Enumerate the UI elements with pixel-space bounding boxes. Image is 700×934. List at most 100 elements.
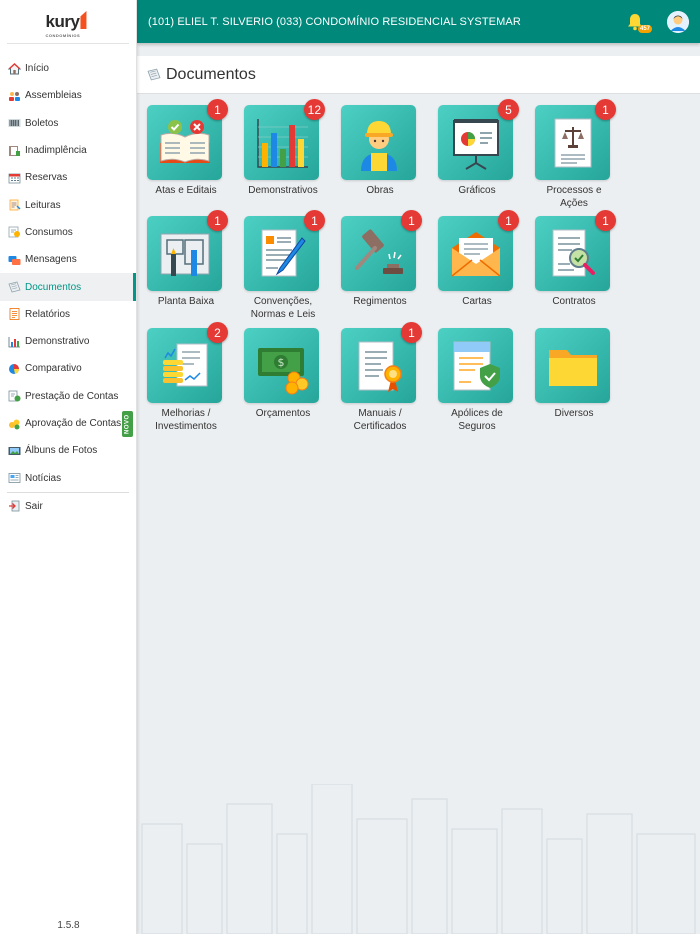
tile-icon-box: 1: [341, 322, 422, 403]
tile-atas-e-editais[interactable]: 1 Atas e Editais: [147, 99, 228, 197]
documents-icon: [147, 68, 161, 81]
count-badge: 1: [595, 210, 616, 231]
sidebar-item-documentos[interactable]: Documentos: [0, 273, 136, 301]
photo-icon: [8, 445, 21, 457]
tile-label: Apólices de Seguros: [451, 408, 503, 432]
tile-cartas[interactable]: 1 Cartas: [438, 210, 519, 308]
sidebar-item-label: Relatórios: [25, 308, 71, 320]
certificate-icon: [358, 341, 402, 392]
tile-manuais-certificados[interactable]: 1 Manuais / Certificados: [341, 322, 422, 433]
tile-label: Atas e Editais: [155, 185, 217, 196]
sidebar-nav: Início Assembleias Boletos Inadimplência…: [0, 44, 136, 520]
count-badge: 1: [304, 210, 325, 231]
barcode-icon: [8, 117, 21, 129]
tile-contratos[interactable]: 1 Contratos: [535, 210, 616, 308]
tile-label: Cartas: [462, 296, 492, 307]
tile-obras[interactable]: Obras: [341, 105, 421, 197]
tile-convencoes-normas-e-leis[interactable]: 1 Convenções, Normas e Leis: [244, 210, 325, 321]
meter-icon: [8, 199, 21, 211]
insurance-shield-icon: [453, 341, 500, 390]
sidebar-item-noticias[interactable]: Notícias: [0, 464, 136, 491]
tile-label: Diversos: [554, 408, 594, 419]
consumption-icon: [8, 226, 21, 238]
sidebar-item-label: Mensagens: [25, 254, 77, 266]
pie-chart-icon: [8, 363, 21, 375]
sidebar-item-reservas[interactable]: Reservas: [0, 164, 136, 191]
sidebar-item-albuns-de-fotos[interactable]: Álbuns de Fotos: [0, 437, 136, 464]
novo-badge: NOVO: [122, 410, 133, 437]
sidebar-item-label: Início: [25, 63, 49, 75]
sidebar-item-label: Consumos: [25, 226, 73, 238]
sidebar: kury CONDOMÍNIOS Início Assembleias Bolet…: [0, 0, 137, 934]
investment-report-icon: [162, 343, 207, 386]
tile-icon-box: 1: [341, 210, 422, 291]
sidebar-item-relatorios[interactable]: Relatórios: [0, 301, 136, 328]
tile-orcamentos[interactable]: $ Orçamentos: [244, 328, 324, 420]
sidebar-item-label: Comparativo: [25, 363, 82, 375]
contract-magnifier-icon: [552, 229, 595, 276]
accounts-icon: [8, 390, 21, 402]
sidebar-item-consumos[interactable]: Consumos: [0, 219, 136, 246]
tile-icon-box: [535, 328, 610, 403]
city-skyline-background: [141, 784, 696, 934]
tile-planta-baixa[interactable]: 1 Planta Baixa: [147, 210, 228, 308]
tile-apolices-de-seguros[interactable]: Apólices de Seguros: [438, 328, 518, 433]
svg-text:$: $: [277, 356, 284, 369]
sidebar-item-sair[interactable]: Sair: [0, 493, 136, 520]
count-badge: 5: [498, 99, 519, 120]
tile-icon-box: 12: [244, 99, 325, 180]
sidebar-item-leituras[interactable]: Leituras: [0, 191, 136, 218]
sidebar-item-inadimplencia[interactable]: Inadimplência: [0, 137, 136, 164]
sidebar-item-label: Notícias: [25, 472, 62, 484]
sidebar-item-comparativo[interactable]: Comparativo: [0, 355, 136, 382]
tile-melhorias-investimentos[interactable]: 2 Melhorias / Investimentos: [147, 322, 228, 433]
tile-demonstrativos[interactable]: 12 Demonstrativos: [244, 99, 325, 197]
sidebar-item-demonstrativo[interactable]: Demonstrativo: [0, 328, 136, 355]
app-version: 1.5.8: [57, 920, 80, 931]
sidebar-item-prestacao-de-contas[interactable]: Prestação de Contas: [0, 383, 136, 410]
sidebar-item-inicio[interactable]: Início: [0, 55, 136, 82]
tile-diversos[interactable]: Diversos: [535, 328, 615, 420]
count-badge: 1: [207, 99, 228, 120]
tile-icon-box: [341, 105, 416, 180]
calendar-icon: [8, 172, 21, 184]
coins-icon: [8, 418, 21, 430]
bar-chart-icon: [256, 118, 308, 168]
count-badge: 1: [498, 210, 519, 231]
header-title: (101) ELIEL T. SILVERIO (033) CONDOMÍNIO…: [148, 15, 521, 28]
notification-count-badge: 457: [637, 25, 652, 33]
messages-icon: [8, 254, 21, 266]
construction-worker-icon: [360, 120, 397, 171]
sidebar-item-boletos[interactable]: Boletos: [0, 110, 136, 137]
tile-icon-box: 1: [244, 210, 325, 291]
sidebar-item-mensagens[interactable]: Mensagens: [0, 246, 136, 273]
logo-text: kury: [45, 12, 80, 31]
tile-label: Orçamentos: [255, 408, 311, 419]
tile-icon-box: 1: [535, 99, 616, 180]
tile-label: Regimentos: [353, 296, 407, 307]
tile-regimentos[interactable]: 1 Regimentos: [341, 210, 422, 308]
gavel-icon: [354, 229, 403, 274]
tile-icon-box: 5: [438, 99, 519, 180]
sidebar-item-label: Inadimplência: [25, 145, 87, 157]
report-icon: [8, 308, 21, 321]
bar-chart-icon: [8, 336, 21, 348]
sidebar-item-label: Reservas: [25, 172, 68, 184]
sidebar-item-label: Boletos: [25, 117, 59, 129]
ledger-icon: [8, 145, 21, 157]
document-pen-icon: [261, 229, 306, 276]
tile-processos-e-acoes[interactable]: 1 Processos e Ações: [535, 99, 616, 210]
sidebar-item-aprovacao-de-contas[interactable]: Aprovação de Contas NOVO: [0, 410, 136, 437]
avatar[interactable]: [667, 11, 689, 33]
blueprint-icon: [160, 233, 209, 276]
tile-graficos[interactable]: 5 Gráficos: [438, 99, 519, 197]
tile-label: Convenções, Normas e Leis: [250, 296, 316, 320]
tile-label: Manuais / Certificados: [353, 408, 407, 432]
tile-label: Planta Baixa: [157, 296, 215, 307]
tile-icon-box: [438, 328, 513, 403]
count-badge: 12: [303, 99, 325, 120]
sidebar-item-label: Prestação de Contas: [25, 390, 119, 402]
sidebar-item-label: Álbuns de Fotos: [25, 445, 98, 457]
sidebar-item-assembleias[interactable]: Assembleias: [0, 82, 136, 109]
tile-icon-box: 1: [147, 210, 228, 291]
